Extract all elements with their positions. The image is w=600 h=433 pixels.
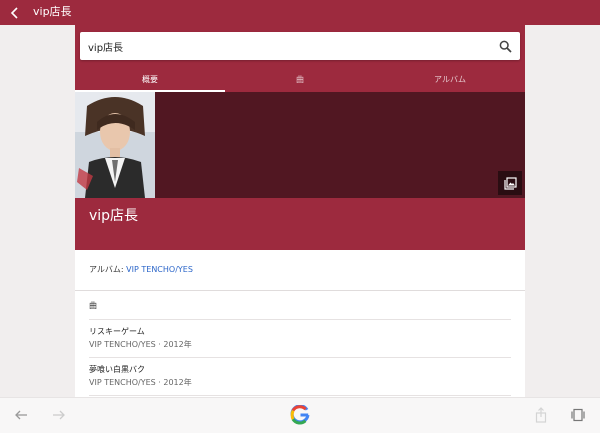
share-button[interactable] (530, 404, 552, 426)
album-label: アルバム: VIP TENCHO/YES (89, 250, 193, 290)
page-title: vip店長 (33, 5, 72, 18)
song-meta: VIP TENCHO/YES · 2012年 (89, 340, 192, 349)
song-meta: VIP TENCHO/YES · 2012年 (89, 378, 192, 387)
album-row: アルバム: VIP TENCHO/YES (75, 250, 525, 291)
song-list-item[interactable]: リスキーゲーム VIP TENCHO/YES · 2012年 (89, 320, 511, 358)
back-nav-button[interactable] (10, 404, 32, 426)
artist-name: vip店長 (89, 208, 139, 224)
bottom-navigation-bar (0, 397, 600, 433)
tabs-icon (571, 408, 585, 422)
tabs-button[interactable] (567, 404, 589, 426)
gallery-button[interactable] (498, 171, 522, 195)
search-button[interactable] (495, 36, 515, 56)
forward-arrow-icon (53, 410, 65, 420)
forward-nav-button[interactable] (48, 404, 70, 426)
google-home-button[interactable] (289, 404, 311, 426)
back-button[interactable] (4, 0, 26, 25)
album-link[interactable]: VIP TENCHO/YES (126, 265, 193, 274)
tab-bar: 概要 曲 アルバム (75, 70, 525, 92)
panel-header: 概要 曲 アルバム (75, 25, 525, 250)
song-title: リスキーゲーム (89, 327, 145, 336)
tab-albums[interactable]: アルバム (375, 70, 525, 92)
share-icon (535, 407, 547, 423)
tab-songs[interactable]: 曲 (225, 70, 375, 92)
search-icon (499, 40, 512, 53)
song-list-item[interactable]: 夢喰い白黒バク VIP TENCHO/YES · 2012年 (89, 358, 511, 396)
google-logo-icon (290, 405, 310, 425)
songs-header: 曲 (89, 291, 511, 320)
album-label-text: アルバム: (89, 265, 127, 274)
artist-panel: 概要 曲 アルバム (75, 25, 525, 397)
search-box (80, 32, 520, 60)
song-title: 夢喰い白黒バク (89, 365, 145, 374)
artist-photo[interactable] (75, 92, 155, 198)
tab-overview[interactable]: 概要 (75, 70, 225, 92)
top-app-bar: vip店長 (0, 0, 600, 25)
back-arrow-icon (15, 410, 27, 420)
search-input[interactable] (88, 32, 488, 60)
hero-banner (75, 92, 525, 198)
photo-gallery-icon (503, 176, 517, 190)
chevron-left-icon (10, 6, 18, 19)
